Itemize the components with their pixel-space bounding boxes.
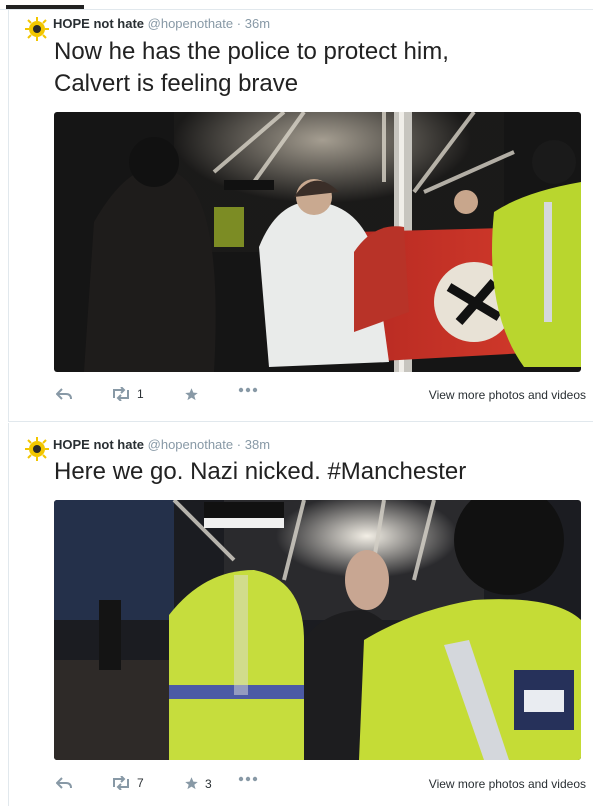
timestamp[interactable]: 36m [245, 16, 270, 31]
retweet-icon [113, 387, 129, 401]
reply-icon [56, 388, 72, 400]
user-handle[interactable]: @hopenothate [148, 16, 234, 31]
reply-icon [56, 777, 72, 789]
tweet-header: HOPE not hate @hopenothate · 36m [53, 16, 270, 31]
timestamp[interactable]: 38m [245, 437, 270, 452]
retweet-count: 7 [137, 776, 144, 790]
favorite-button[interactable] [184, 387, 205, 402]
favorite-icon [185, 388, 198, 401]
reply-button[interactable] [56, 776, 72, 790]
tweet-actions: 1 View more photos and videos [54, 387, 586, 407]
favorite-count: 3 [205, 776, 212, 791]
user-handle[interactable]: @hopenothate [148, 437, 234, 452]
more-button[interactable] [238, 387, 258, 393]
more-icon [238, 387, 258, 393]
top-tab-indicator [0, 0, 593, 10]
tweet-text: Here we go. Nazi nicked. #Manchester [54, 456, 466, 488]
more-icon [238, 776, 258, 782]
tweet-text-line: Calvert is feeling brave [54, 70, 299, 97]
favorite-icon [185, 777, 198, 790]
user-name[interactable]: HOPE not hate [53, 16, 144, 31]
separator: · [236, 16, 242, 31]
favorite-button[interactable]: 3 [184, 776, 212, 791]
tweet-photo[interactable] [54, 112, 581, 372]
user-name[interactable]: HOPE not hate [53, 437, 144, 452]
retweet-button[interactable]: 1 [111, 387, 144, 401]
view-more-link[interactable]: View more photos and videos [429, 777, 586, 791]
tweet-text-line: Here we go. Nazi nicked. #Manchester [54, 458, 467, 485]
retweet-count: 1 [137, 387, 144, 401]
tweet[interactable]: HOPE not hate @hopenothate · 38m Here we… [8, 423, 593, 806]
tweet-header: HOPE not hate @hopenothate · 38m [53, 437, 270, 452]
tweet[interactable]: HOPE not hate @hopenothate · 36m Now he … [8, 10, 593, 422]
more-button[interactable] [238, 776, 258, 782]
separator: · [236, 437, 242, 452]
tweet-photo[interactable] [54, 500, 581, 760]
avatar[interactable] [24, 16, 50, 42]
avatar[interactable] [24, 436, 50, 462]
tweet-text: Now he has the police to protect him, Ca… [54, 36, 449, 100]
retweet-icon [113, 776, 129, 790]
tweet-actions: 7 3 View more photos and videos [54, 776, 586, 796]
active-tab-bar [6, 5, 84, 9]
retweet-button[interactable]: 7 [111, 776, 144, 790]
tweet-text-line: Now he has the police to protect him, [54, 38, 449, 65]
reply-button[interactable] [56, 387, 72, 401]
view-more-link[interactable]: View more photos and videos [429, 388, 586, 402]
